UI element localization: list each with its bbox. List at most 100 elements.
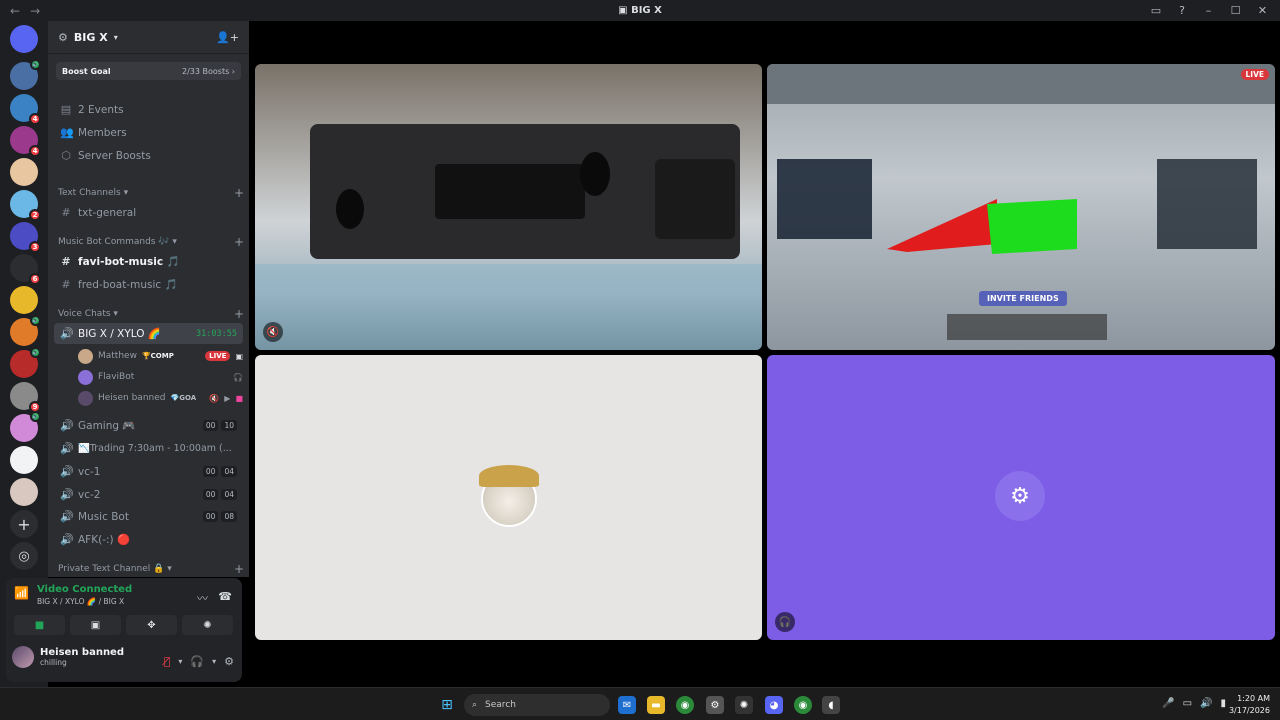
channel-favi-bot-music[interactable]: # favi-bot-music 🎵 xyxy=(54,251,243,272)
inbox-icon[interactable]: ▭ xyxy=(1145,2,1167,19)
server-icon[interactable]: 4 xyxy=(10,94,41,125)
server-icon[interactable]: 6 xyxy=(10,254,41,285)
add-member-icon[interactable]: 👤+ xyxy=(216,31,239,44)
server-icon[interactable]: 4 xyxy=(10,126,41,157)
video-tile-webcam[interactable]: 🔇 xyxy=(255,64,762,350)
signal-icon[interactable]: 📶 xyxy=(14,586,29,600)
server-icon[interactable] xyxy=(10,158,38,186)
server-icon[interactable] xyxy=(10,446,38,474)
battery-icon[interactable]: ▮ xyxy=(1220,698,1226,709)
voice-channel-afk[interactable]: 🔊 AFK(-:) 🔴 xyxy=(54,529,243,550)
volume-icon[interactable]: 🔊 xyxy=(1200,698,1212,709)
voice-channel-vc-2[interactable]: 🔊 vc-2 00 04 xyxy=(54,484,243,505)
shortcut-events[interactable]: ▤ 2 Events xyxy=(54,99,243,120)
boost-goal-bar[interactable]: Boost Goal 2/33 Boosts › xyxy=(56,62,241,80)
channel-label: 📉Trading 7:30am - 10:00am (... xyxy=(78,443,232,454)
server-icon: ▣ xyxy=(618,5,632,16)
chrome-icon[interactable]: ◉ xyxy=(676,696,694,714)
guild-header[interactable]: ⚙ BIG X ▾ 👤+ xyxy=(48,21,249,54)
channel-txt-general[interactable]: # txt-general xyxy=(54,202,243,223)
add-channel-icon[interactable]: + xyxy=(234,562,244,576)
video-tile-user-avatar[interactable] xyxy=(255,355,762,640)
discord-icon[interactable]: ◕ xyxy=(765,696,783,714)
user-limit: 04 xyxy=(221,489,237,500)
server-icon[interactable] xyxy=(10,25,38,53)
discover-icon[interactable]: ◎ xyxy=(10,542,38,570)
category-private-text[interactable]: Private Text Channel 🔒 ▾ + xyxy=(58,562,244,576)
screen-share-button[interactable]: ▣ xyxy=(70,615,121,635)
voice-connection-panel: 📶 Video Connected BIG X / XYLO 🌈 / BIG X… xyxy=(6,578,242,682)
server-icon[interactable] xyxy=(10,286,38,314)
camera-button[interactable]: ■ xyxy=(14,615,65,635)
server-icon[interactable]: 9 xyxy=(10,382,41,413)
voice-member[interactable]: Heisen banned 💎GOA 🔇 ▶ ■ xyxy=(78,388,243,408)
add-channel-icon[interactable]: + xyxy=(234,235,244,249)
server-icon[interactable]: 🔊 xyxy=(10,411,41,442)
server-icon[interactable] xyxy=(10,478,38,506)
server-avatar xyxy=(10,158,38,186)
mouse-app-icon[interactable]: ◖ xyxy=(822,696,840,714)
channel-fred-boat-music[interactable]: # fred-boat-music 🎵 xyxy=(54,274,243,295)
voice-channel-music-bot[interactable]: 🔊 Music Bot 00 08 xyxy=(54,506,243,527)
shortcut-server-boosts[interactable]: ⬡ Server Boosts xyxy=(54,145,243,166)
video-tile-game-stream[interactable]: LIVE INVITE FRIENDS xyxy=(767,64,1275,350)
forward-button[interactable]: → xyxy=(30,4,40,18)
add-channel-icon[interactable]: + xyxy=(234,186,244,200)
server-icon[interactable]: 🔊 xyxy=(10,347,41,378)
muted-mic-icon: 🔇 xyxy=(263,322,283,342)
noise-suppression-icon[interactable]: 〰 xyxy=(197,590,208,606)
windows-start-icon[interactable]: ⊞ xyxy=(438,696,456,714)
back-button[interactable]: ← xyxy=(10,4,20,18)
voice-channel-gaming[interactable]: 🔊 Gaming 🎮 00 10 xyxy=(54,415,243,436)
category-music-bot[interactable]: Music Bot Commands 🎶 ▾ + xyxy=(58,235,244,249)
current-user[interactable]: Heisen banned chilling xyxy=(12,646,124,668)
voice-active-icon: 🔊 xyxy=(30,59,41,70)
video-tile-music-bot[interactable]: ⚙ 🎧 xyxy=(767,355,1275,640)
file-explorer-icon[interactable]: ▬ xyxy=(647,696,665,714)
invite-friends-button[interactable]: INVITE FRIENDS xyxy=(979,291,1067,306)
speaker-icon: 🔊 xyxy=(60,419,74,432)
microphone-icon[interactable]: 🎤 xyxy=(1162,698,1174,709)
add-channel-icon[interactable]: + xyxy=(234,307,244,321)
outlook-icon[interactable]: ✉ xyxy=(618,696,636,714)
voice-member[interactable]: FlaviBot 🎧 xyxy=(78,367,243,387)
chevron-down-icon[interactable]: ▾ xyxy=(178,657,182,666)
maximize-button[interactable]: ☐ xyxy=(1224,2,1247,19)
headphones-icon[interactable]: 🎧 xyxy=(190,655,204,668)
channel-label: vc-1 xyxy=(78,465,101,478)
category-voice-chats[interactable]: Voice Chats ▾ + xyxy=(58,307,244,321)
voice-status[interactable]: Video Connected xyxy=(37,584,132,595)
taskbar-clock[interactable]: 1:20 AM 3/17/2026 xyxy=(1229,693,1270,717)
guild-icon: ⚙ xyxy=(58,30,68,44)
disconnect-icon[interactable]: ☎ xyxy=(218,590,232,603)
channel-label: fred-boat-music 🎵 xyxy=(78,279,178,291)
mention-badge: 6 xyxy=(29,273,41,285)
activities-button[interactable]: ✥ xyxy=(126,615,177,635)
close-button[interactable]: ✕ xyxy=(1251,2,1274,19)
settings-gear-icon[interactable]: ⚙ xyxy=(224,655,234,668)
taskbar-search[interactable]: ⌕ Search xyxy=(464,694,610,716)
help-icon[interactable]: ? xyxy=(1171,2,1193,19)
server-icon[interactable]: 🔊 xyxy=(10,315,41,346)
add-server-icon[interactable]: + xyxy=(10,510,38,538)
chatgpt-icon[interactable]: ✺ xyxy=(735,696,753,714)
voice-channel-trading[interactable]: 🔊 📉Trading 7:30am - 10:00am (... xyxy=(54,438,243,459)
soundboard-button[interactable]: ✺ xyxy=(182,615,233,635)
category-text-channels[interactable]: Text Channels ▾ + xyxy=(58,186,244,200)
voice-member[interactable]: Matthew 🏆COMP LIVE ▣ xyxy=(78,346,243,366)
search-icon: ⌕ xyxy=(472,700,478,710)
network-icon[interactable]: ▭ xyxy=(1183,698,1192,709)
chrome-profile-icon[interactable]: ◉ xyxy=(794,696,812,714)
voice-channel-vc-1[interactable]: 🔊 vc-1 00 04 xyxy=(54,461,243,482)
server-icon[interactable]: 2 xyxy=(10,190,41,221)
voice-channel-big-x-xylo[interactable]: 🔊 BIG X / XYLO 🌈 31:03:55 xyxy=(54,323,243,344)
live-badge: LIVE xyxy=(205,351,231,361)
minimize-button[interactable]: – xyxy=(1197,2,1220,19)
settings-icon[interactable]: ⚙ xyxy=(706,696,724,714)
shortcut-members[interactable]: 👥 Members xyxy=(54,122,243,143)
taskbar: ⊞ ⌕ Search ✉ ▬ ◉ ⚙ ✺ ◕ ◉ ◖ 🎤 ▭ 🔊 ▮ 1:20 A… xyxy=(0,687,1280,720)
chevron-down-icon[interactable]: ▾ xyxy=(212,657,216,666)
server-icon[interactable]: 🔊 xyxy=(10,59,41,90)
server-icon[interactable]: 3 xyxy=(10,222,41,253)
mic-muted-icon[interactable]: 🎙̸ xyxy=(164,655,171,668)
